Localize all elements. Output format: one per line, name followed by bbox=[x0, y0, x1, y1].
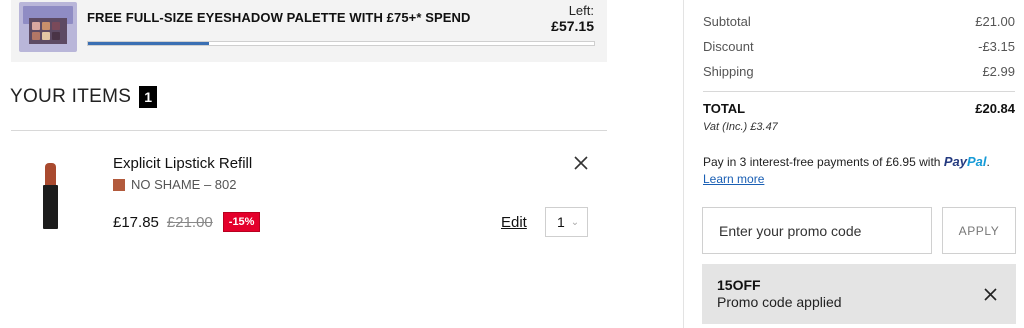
banner-title: FREE FULL-SIZE EYESHADOW PALETTE WITH £7… bbox=[87, 10, 471, 25]
spend-progress-bar bbox=[87, 41, 595, 46]
summary-divider bbox=[703, 91, 1015, 92]
shade-swatch bbox=[113, 178, 125, 191]
subtotal-value: £21.00 bbox=[975, 14, 1015, 29]
shipping-label: Shipping bbox=[703, 64, 754, 79]
remove-item-close-icon[interactable] bbox=[573, 155, 589, 171]
quantity-select[interactable]: 1 ⌄ bbox=[545, 207, 588, 237]
your-items-heading: YOUR ITEMS 1 bbox=[10, 86, 158, 108]
chevron-down-icon: ⌄ bbox=[570, 216, 580, 228]
subtotal-label: Subtotal bbox=[703, 14, 751, 29]
product-shade: NO SHAME – 802 bbox=[113, 177, 237, 192]
applied-promo-code: 15OFF bbox=[717, 277, 761, 293]
remove-promo-close-icon[interactable] bbox=[984, 288, 997, 301]
vat-text: Vat (Inc.) £3.47 bbox=[703, 121, 778, 133]
paypal-suffix: . bbox=[986, 155, 990, 169]
lipstick-image[interactable] bbox=[40, 163, 62, 231]
items-divider bbox=[11, 130, 607, 131]
paypal-logo: PayPal bbox=[943, 154, 987, 169]
discount-badge: -15% bbox=[222, 212, 261, 232]
spend-progress-fill bbox=[88, 42, 210, 45]
items-heading-text: YOUR ITEMS bbox=[10, 86, 132, 107]
paypal-text: Pay in 3 interest-free payments of £6.95… bbox=[703, 155, 941, 169]
column-divider bbox=[683, 0, 684, 328]
promo-code-input[interactable] bbox=[702, 207, 932, 254]
apply-promo-button[interactable]: APPLY bbox=[942, 207, 1016, 254]
amount-left-value: £57.15 bbox=[551, 18, 594, 34]
price-row: £17.85 £21.00 -15% bbox=[113, 212, 261, 232]
eyeshadow-palette-image bbox=[19, 2, 77, 52]
amount-left-label: Left: bbox=[568, 3, 594, 18]
original-price: £21.00 bbox=[166, 213, 213, 231]
product-name[interactable]: Explicit Lipstick Refill bbox=[113, 155, 252, 172]
total-label: TOTAL bbox=[703, 101, 746, 116]
learn-more-link[interactable]: Learn more bbox=[703, 172, 764, 186]
free-gift-banner: FREE FULL-SIZE EYESHADOW PALETTE WITH £7… bbox=[11, 0, 607, 62]
shipping-value: £2.99 bbox=[982, 64, 1015, 79]
items-count-badge: 1 bbox=[139, 86, 158, 108]
edit-item-link[interactable]: Edit bbox=[501, 214, 527, 231]
applied-promo-box: 15OFF Promo code applied bbox=[702, 264, 1016, 324]
paypal-installments: Pay in 3 interest-free payments of £6.95… bbox=[703, 154, 990, 169]
quantity-value: 1 bbox=[557, 214, 565, 230]
shade-label: NO SHAME – 802 bbox=[131, 177, 237, 192]
current-price: £17.85 bbox=[113, 213, 159, 231]
total-value: £20.84 bbox=[975, 101, 1015, 116]
discount-value: -£3.15 bbox=[978, 39, 1015, 54]
discount-label: Discount bbox=[703, 39, 754, 54]
applied-promo-message: Promo code applied bbox=[717, 294, 842, 310]
